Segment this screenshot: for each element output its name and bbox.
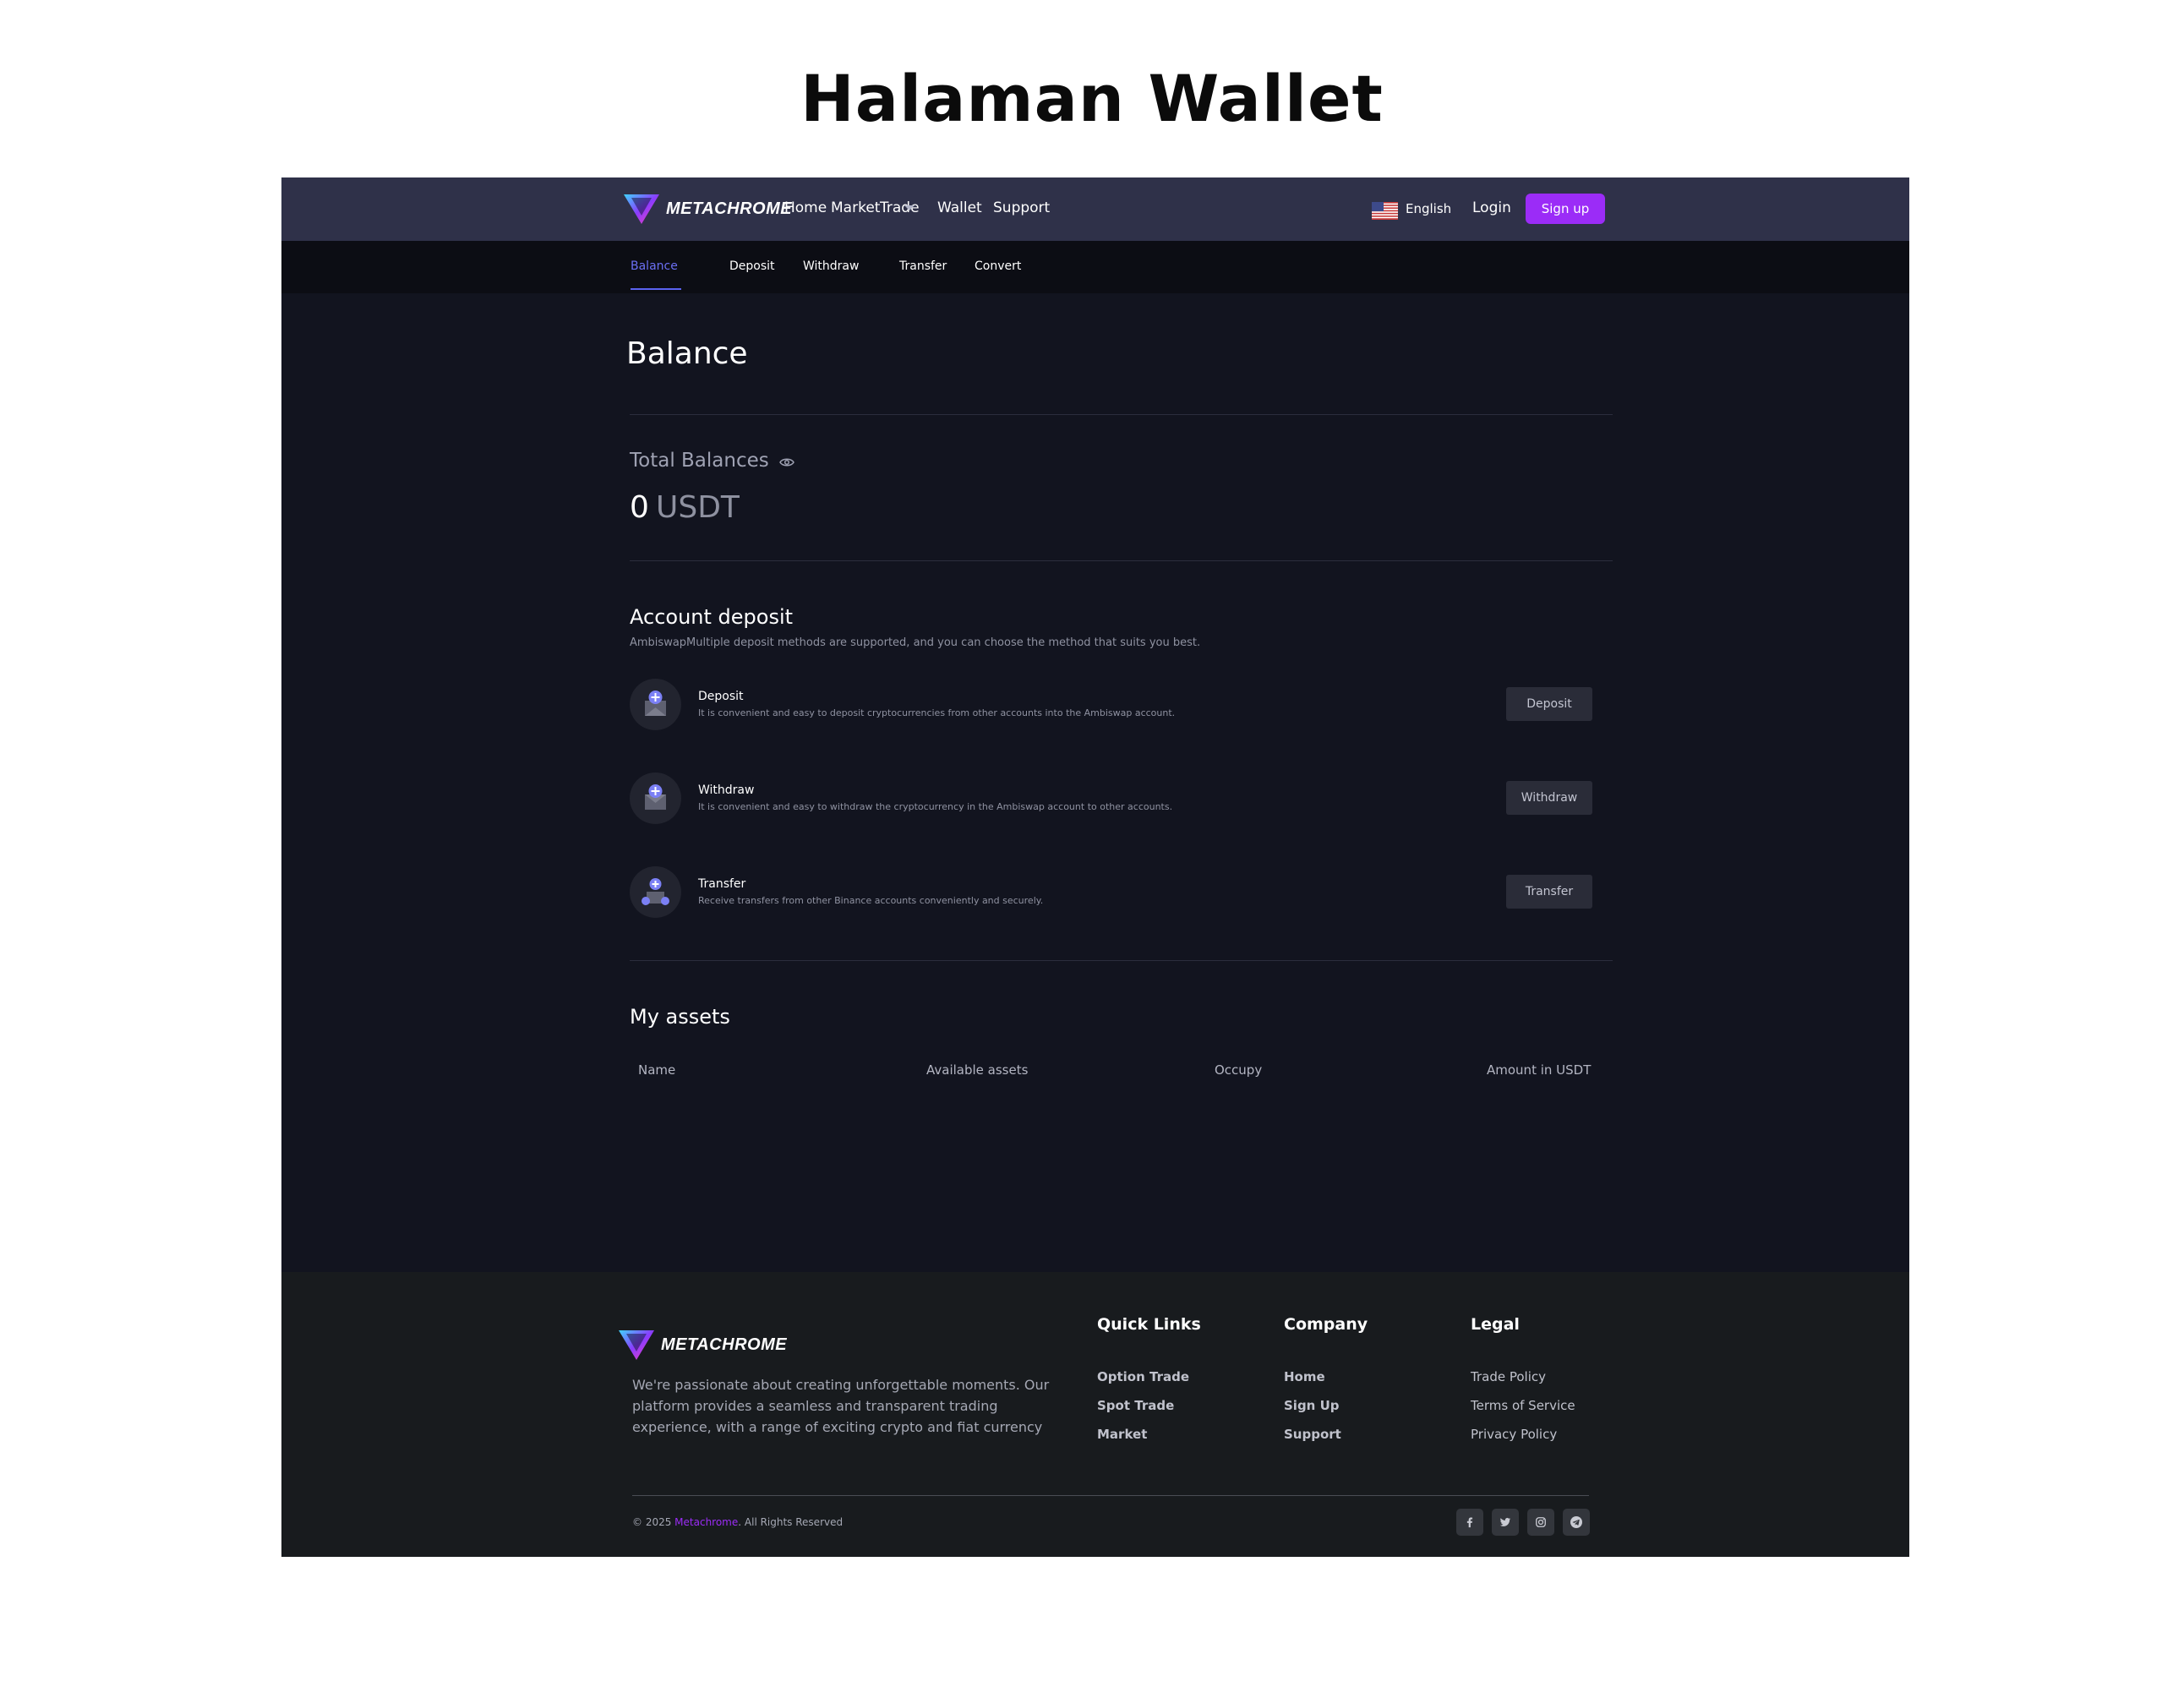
total-balance-currency: USDT xyxy=(656,490,740,525)
transfer-button[interactable]: Transfer xyxy=(1506,875,1592,909)
copyright: © 2025 Metachrome. All Rights Reserved xyxy=(632,1516,843,1528)
method-title: Withdraw xyxy=(698,783,755,797)
copyright-prefix: © 2025 xyxy=(632,1516,675,1528)
footer-link-spot-trade[interactable]: Spot Trade xyxy=(1097,1398,1174,1413)
divider xyxy=(630,560,1613,561)
account-deposit-subtitle: AmbiswapMultiple deposit methods are sup… xyxy=(630,636,1201,649)
column-header-name: Name xyxy=(638,1062,676,1078)
footer: METACHROME We're passionate about creati… xyxy=(281,1272,1909,1557)
active-tab-indicator xyxy=(631,288,681,290)
transfer-icon xyxy=(630,866,681,918)
signup-button[interactable]: Sign up xyxy=(1526,194,1605,224)
tab-convert[interactable]: Convert xyxy=(975,259,1021,273)
brand-name: METACHROME xyxy=(666,199,793,218)
eye-icon[interactable] xyxy=(779,456,794,468)
withdraw-icon xyxy=(630,773,681,824)
nav-support[interactable]: Support xyxy=(993,199,1050,216)
total-balances-label: Total Balances xyxy=(630,450,769,472)
copyright-suffix: . All Rights Reserved xyxy=(738,1516,844,1528)
nav-wallet[interactable]: Wallet xyxy=(937,199,982,216)
footer-link-trade-policy[interactable]: Trade Policy xyxy=(1471,1369,1546,1384)
brand-logo[interactable]: METACHROME xyxy=(622,192,792,226)
instagram-icon[interactable] xyxy=(1527,1509,1554,1536)
deposit-button[interactable]: Deposit xyxy=(1506,687,1592,721)
quick-links-heading: Quick Links xyxy=(1097,1315,1201,1334)
footer-description: We're passionate about creating unforget… xyxy=(632,1377,1050,1435)
footer-link-home[interactable]: Home xyxy=(1284,1369,1325,1384)
top-navbar: METACHROME Home Market Trade Wallet Supp… xyxy=(281,177,1909,241)
method-description: It is convenient and easy to withdraw th… xyxy=(698,801,1173,812)
logo-icon xyxy=(619,1330,654,1360)
language-selector[interactable]: English xyxy=(1406,201,1451,216)
legal-heading: Legal xyxy=(1471,1315,1520,1334)
tab-withdraw[interactable]: Withdraw xyxy=(803,259,859,273)
brand-name: METACHROME xyxy=(661,1335,788,1354)
footer-link-market[interactable]: Market xyxy=(1097,1427,1147,1442)
tab-deposit[interactable]: Deposit xyxy=(729,259,775,273)
footer-link-terms[interactable]: Terms of Service xyxy=(1471,1398,1575,1413)
wallet-subnav: Balance Deposit Withdraw Transfer Conver… xyxy=(281,241,1909,293)
column-header-available: Available assets xyxy=(926,1062,1029,1078)
method-title: Deposit xyxy=(698,690,744,703)
deposit-icon xyxy=(630,679,681,730)
withdraw-button[interactable]: Withdraw xyxy=(1506,781,1592,815)
method-description: Receive transfers from other Binance acc… xyxy=(698,895,1044,906)
telegram-icon[interactable] xyxy=(1563,1509,1590,1536)
chevron-down-icon[interactable] xyxy=(904,205,915,210)
footer-logo[interactable]: METACHROME xyxy=(617,1328,787,1362)
footer-link-privacy[interactable]: Privacy Policy xyxy=(1471,1427,1557,1442)
us-flag-icon[interactable] xyxy=(1372,202,1398,220)
facebook-icon[interactable] xyxy=(1456,1509,1483,1536)
twitter-icon[interactable] xyxy=(1492,1509,1519,1536)
divider xyxy=(630,414,1613,415)
total-balance-amount: 0 xyxy=(630,490,649,525)
company-heading: Company xyxy=(1284,1315,1368,1334)
copyright-brand-link[interactable]: Metachrome xyxy=(674,1516,738,1528)
method-description: It is convenient and easy to deposit cry… xyxy=(698,707,1176,718)
footer-divider xyxy=(632,1495,1589,1496)
page-title: Balance xyxy=(626,336,748,371)
footer-link-support[interactable]: Support xyxy=(1284,1427,1341,1442)
nav-market[interactable]: Market xyxy=(831,199,880,216)
column-header-amount: Amount in USDT xyxy=(1487,1062,1592,1078)
footer-link-sign-up[interactable]: Sign Up xyxy=(1284,1398,1340,1413)
method-title: Transfer xyxy=(698,877,746,891)
column-header-occupy: Occupy xyxy=(1215,1062,1263,1078)
account-deposit-title: Account deposit xyxy=(630,605,794,629)
nav-home[interactable]: Home xyxy=(784,199,827,216)
my-assets-title: My assets xyxy=(630,1005,730,1029)
tab-balance[interactable]: Balance xyxy=(631,259,678,273)
login-link[interactable]: Login xyxy=(1472,199,1511,216)
app-frame: METACHROME Home Market Trade Wallet Supp… xyxy=(281,177,1909,1557)
divider xyxy=(630,960,1613,961)
page-heading: Halaman Wallet xyxy=(800,61,1384,136)
logo-icon xyxy=(624,194,659,224)
footer-link-option-trade[interactable]: Option Trade xyxy=(1097,1369,1189,1384)
tab-transfer[interactable]: Transfer xyxy=(899,259,947,273)
